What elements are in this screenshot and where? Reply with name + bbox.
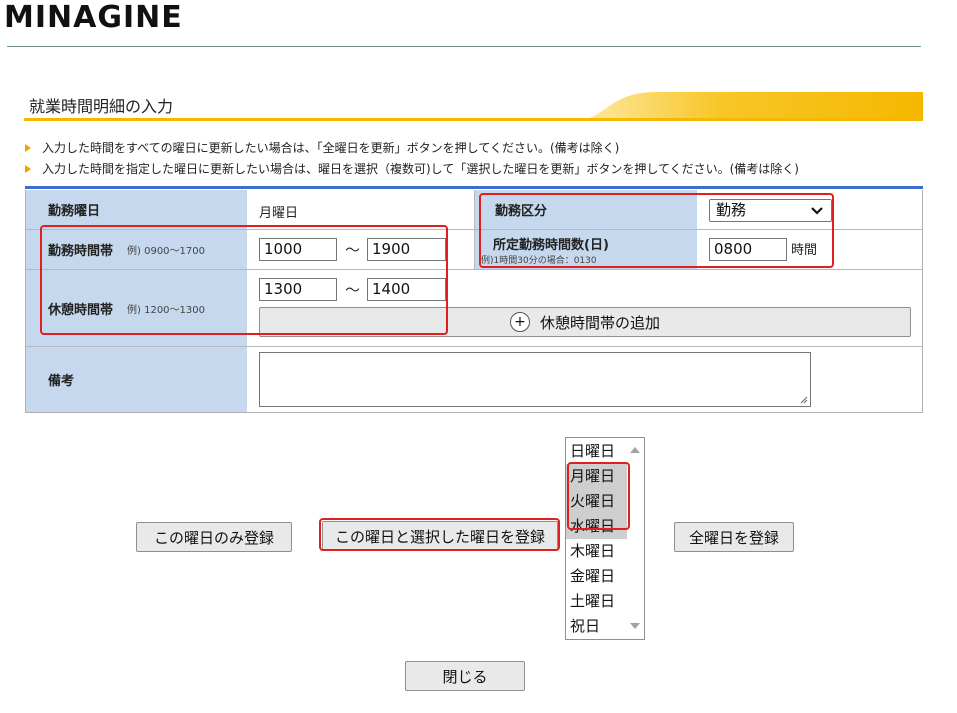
day-option-saturday[interactable]: 土曜日 [566, 589, 628, 614]
workday-label: 勤務曜日 [48, 204, 101, 219]
work-hours-example: 例) 0900～1700 [127, 246, 205, 257]
day-option-tuesday[interactable]: 火曜日 [566, 489, 628, 514]
row-divider [26, 346, 922, 347]
day-option-holiday[interactable]: 祝日 [566, 614, 628, 639]
work-type-selected: 勤務 [716, 201, 747, 219]
scheduled-hours-example: 例)1時間30分の場合：0130 [481, 255, 597, 266]
resize-grip-icon[interactable] [798, 394, 808, 404]
chevron-down-icon [811, 207, 823, 215]
section-title: 就業時間明細の入力 [29, 97, 174, 116]
note-text: 入力した時間を指定した曜日に更新したい場合は、曜日を選択（複数可)して「選択した… [42, 162, 799, 176]
col-divider [474, 190, 475, 269]
register-all-days-button[interactable]: 全曜日を登録 [674, 522, 794, 552]
remarks-header: 備考 [26, 347, 247, 412]
note-item: 入力した時間をすべての曜日に更新したい場合は、「全曜日を更新」ボタンを押してくだ… [25, 137, 799, 158]
register-selected-days-button[interactable]: この曜日と選択した曜日を登録 [322, 521, 558, 551]
work-end-input[interactable]: 1900 [367, 238, 446, 261]
break-example: 例) 1200～1300 [127, 304, 205, 316]
break-end-input[interactable]: 1400 [367, 278, 446, 301]
bullet-arrow-icon [25, 164, 31, 173]
break-header: 休憩時間帯 例) 1200～1300 [26, 270, 247, 346]
brand-logo: MINAGINE [4, 0, 183, 35]
remarks-label: 備考 [48, 374, 75, 389]
day-option-thursday[interactable]: 木曜日 [566, 539, 628, 564]
scheduled-hours-header: 所定勤務時間数(日) 例)1時間30分の場合：0130 [475, 230, 697, 269]
listbox-scrollbar[interactable] [627, 438, 644, 639]
header-divider [7, 46, 921, 47]
bullet-arrow-icon [25, 143, 31, 152]
scheduled-hours-label: 所定勤務時間数(日) [493, 237, 609, 253]
register-this-day-button[interactable]: この曜日のみ登録 [136, 522, 292, 552]
workday-value: 月曜日 [259, 206, 299, 221]
plus-circle-icon: + [509, 312, 530, 332]
add-break-button[interactable]: + 休憩時間帯の追加 [259, 307, 911, 337]
day-option-wednesday[interactable]: 水曜日 [566, 514, 628, 539]
range-separator: ～ [345, 241, 361, 259]
scheduled-hours-input[interactable]: 0800 [709, 238, 787, 261]
note-text: 入力した時間をすべての曜日に更新したい場合は、「全曜日を更新」ボタンを押してくだ… [42, 141, 620, 155]
instruction-notes: 入力した時間をすべての曜日に更新したい場合は、「全曜日を更新」ボタンを押してくだ… [25, 137, 799, 179]
day-option-monday[interactable]: 月曜日 [566, 464, 628, 489]
add-break-label: 休憩時間帯の追加 [539, 313, 660, 332]
remarks-textarea[interactable] [259, 352, 811, 407]
table-top-rule [25, 186, 923, 189]
break-label: 休憩時間帯 [48, 302, 114, 318]
scroll-up-arrow-icon[interactable] [630, 447, 640, 453]
row-divider [26, 269, 922, 270]
work-hours-header: 勤務時間帯 例) 0900～1700 [26, 230, 247, 269]
workday-header: 勤務曜日 [26, 190, 247, 229]
note-item: 入力した時間を指定した曜日に更新したい場合は、曜日を選択（複数可)して「選択した… [25, 158, 799, 179]
break-start-input[interactable]: 1300 [259, 278, 337, 301]
range-separator: ～ [345, 281, 361, 299]
work-start-input[interactable]: 1000 [259, 238, 337, 261]
work-hours-label: 勤務時間帯 [48, 244, 114, 259]
work-type-label: 勤務区分 [495, 204, 548, 219]
days-listbox[interactable]: 日曜日 月曜日 火曜日 水曜日 木曜日 金曜日 土曜日 祝日 [565, 437, 645, 640]
day-option-sunday[interactable]: 日曜日 [566, 439, 628, 464]
work-type-select[interactable]: 勤務 [709, 199, 832, 222]
day-option-friday[interactable]: 金曜日 [566, 564, 628, 589]
scroll-down-arrow-icon[interactable] [630, 623, 640, 629]
close-button[interactable]: 閉じる [405, 661, 525, 691]
work-type-header: 勤務区分 [475, 190, 697, 229]
scheduled-hours-unit: 時間 [791, 243, 818, 258]
